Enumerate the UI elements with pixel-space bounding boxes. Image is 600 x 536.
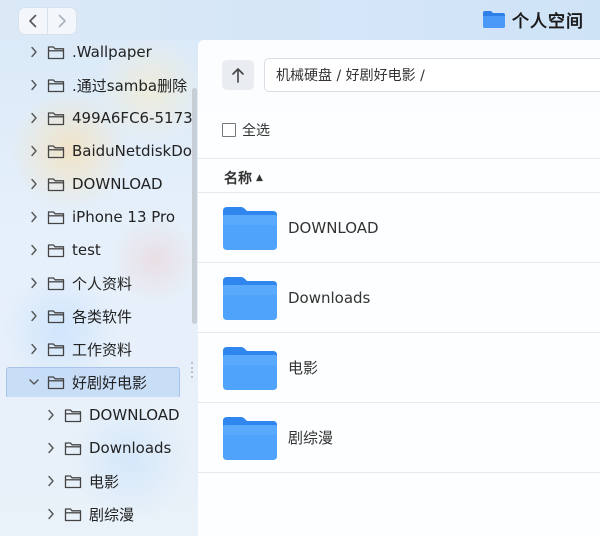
folder-icon [47, 210, 65, 225]
sidebar-item[interactable]: BaiduNetdiskDo [0, 136, 198, 166]
nav-buttons [18, 7, 77, 35]
folder-icon [64, 408, 82, 423]
folder-icon [47, 276, 65, 291]
folder-icon [47, 111, 65, 126]
folder-icon [223, 275, 277, 321]
chevron-left-icon [29, 14, 37, 28]
folder-icon [47, 309, 65, 324]
folder-icon [482, 9, 506, 29]
sidebar-item-label: 好剧好电影 [72, 373, 148, 392]
folder-icon [47, 375, 65, 390]
sidebar-item[interactable]: .Wallpaper [0, 40, 198, 67]
sidebar-item[interactable]: 工作资料 [0, 334, 198, 364]
sidebar-item[interactable]: 剧综漫 [0, 499, 198, 529]
main-pane: 机械硬盘 / 好剧好电影 / 全选 名称 ▲ DOWNLOAD Downloads… [198, 40, 600, 536]
chevron-right-icon[interactable] [29, 211, 39, 223]
window-title: 个人空间 [482, 6, 584, 32]
parent-folder-button[interactable] [222, 60, 254, 90]
sidebar-item-label: Downloads [89, 439, 172, 457]
sidebar-item[interactable]: test [0, 235, 198, 265]
sidebar-item[interactable]: DOWNLOAD [0, 169, 198, 199]
sidebar-item[interactable]: 个人资料 [0, 268, 198, 298]
sidebar-scrollbar[interactable] [192, 88, 197, 324]
select-all[interactable]: 全选 [222, 120, 270, 140]
folder-icon [47, 177, 65, 192]
back-button[interactable] [19, 8, 47, 34]
file-name: 剧综漫 [288, 429, 334, 447]
sidebar-item-label: DOWNLOAD [72, 175, 163, 193]
folder-icon [47, 78, 65, 93]
chevron-right-icon[interactable] [29, 46, 39, 58]
chevron-down-icon[interactable] [29, 376, 39, 388]
sidebar-item-label: iPhone 13 Pro [72, 208, 176, 226]
sidebar-item-label: 个人资料 [72, 274, 133, 293]
sidebar-item-label: 剧综漫 [89, 505, 135, 524]
chevron-right-icon [58, 14, 66, 28]
path-text: 机械硬盘 / 好剧好电影 / [276, 68, 425, 84]
folder-icon [223, 415, 277, 461]
sort-ascending-icon: ▲ [256, 173, 263, 183]
sidebar-item-label: test [72, 241, 101, 259]
folder-icon [47, 342, 65, 357]
divider [198, 472, 600, 473]
chevron-right-icon[interactable] [46, 442, 56, 454]
chevron-right-icon[interactable] [46, 508, 56, 520]
chevron-right-icon[interactable] [29, 277, 39, 289]
chevron-right-icon[interactable] [29, 178, 39, 190]
sidebar-item[interactable]: DOWNLOAD [0, 400, 198, 430]
chevron-right-icon[interactable] [46, 409, 56, 421]
sidebar-item[interactable]: iPhone 13 Pro [0, 202, 198, 232]
title-bar: 个人空间 [0, 0, 600, 40]
column-header-name[interactable]: 名称 ▲ [224, 168, 263, 188]
sidebar-item[interactable]: 499A6FC6-5173 [0, 103, 198, 133]
select-all-checkbox[interactable] [222, 123, 236, 137]
file-row[interactable]: Downloads [198, 263, 600, 332]
sidebar-item[interactable]: 电影 [0, 466, 198, 496]
sidebar-item[interactable]: Downloads [0, 433, 198, 463]
chevron-right-icon[interactable] [29, 112, 39, 124]
arrow-up-icon [232, 68, 244, 83]
sidebar-item[interactable]: 好剧好电影 [0, 367, 198, 397]
chevron-right-icon[interactable] [46, 475, 56, 487]
pane-splitter-handle[interactable] [191, 362, 195, 378]
file-name: Downloads [288, 288, 371, 307]
column-header-label: 名称 [224, 171, 252, 187]
file-name: DOWNLOAD [288, 218, 379, 237]
folder-icon [64, 474, 82, 489]
folder-icon [47, 243, 65, 258]
folder-icon [64, 441, 82, 456]
path-bar[interactable]: 机械硬盘 / 好剧好电影 / [264, 58, 600, 92]
file-row[interactable]: 电影 [198, 333, 600, 402]
sidebar-item-label: BaiduNetdiskDo [72, 142, 192, 160]
sidebar-item[interactable]: .通过samba删除 [0, 70, 198, 100]
sidebar-item-label: .Wallpaper [72, 43, 152, 61]
folder-icon [223, 345, 277, 391]
sidebar-item-label: 各类软件 [72, 307, 133, 326]
folder-icon [223, 205, 277, 251]
sidebar-item-label: 工作资料 [72, 340, 133, 359]
chevron-right-icon[interactable] [29, 343, 39, 355]
file-name: 电影 [288, 359, 319, 377]
sidebar-tree: .Wallpaper .通过samba删除 499A6FC6-5173 BaiduNe… [0, 40, 198, 536]
sidebar-item-label: 499A6FC6-5173 [72, 109, 193, 127]
sidebar-item-label: .通过samba删除 [72, 76, 188, 95]
chevron-right-icon[interactable] [29, 310, 39, 322]
chevron-right-icon[interactable] [29, 145, 39, 157]
divider [198, 158, 600, 159]
sidebar-item-label: 电影 [89, 472, 120, 491]
window-title-text: 个人空间 [512, 11, 584, 32]
forward-button[interactable] [47, 8, 76, 34]
chevron-right-icon[interactable] [29, 244, 39, 256]
chevron-right-icon[interactable] [29, 79, 39, 91]
file-row[interactable]: DOWNLOAD [198, 193, 600, 262]
sidebar-item[interactable]: 各类软件 [0, 301, 198, 331]
folder-icon [47, 45, 65, 60]
sidebar-item-label: DOWNLOAD [89, 406, 180, 424]
folder-icon [47, 144, 65, 159]
select-all-label: 全选 [242, 123, 270, 139]
file-row[interactable]: 剧综漫 [198, 403, 600, 472]
folder-icon [64, 507, 82, 522]
